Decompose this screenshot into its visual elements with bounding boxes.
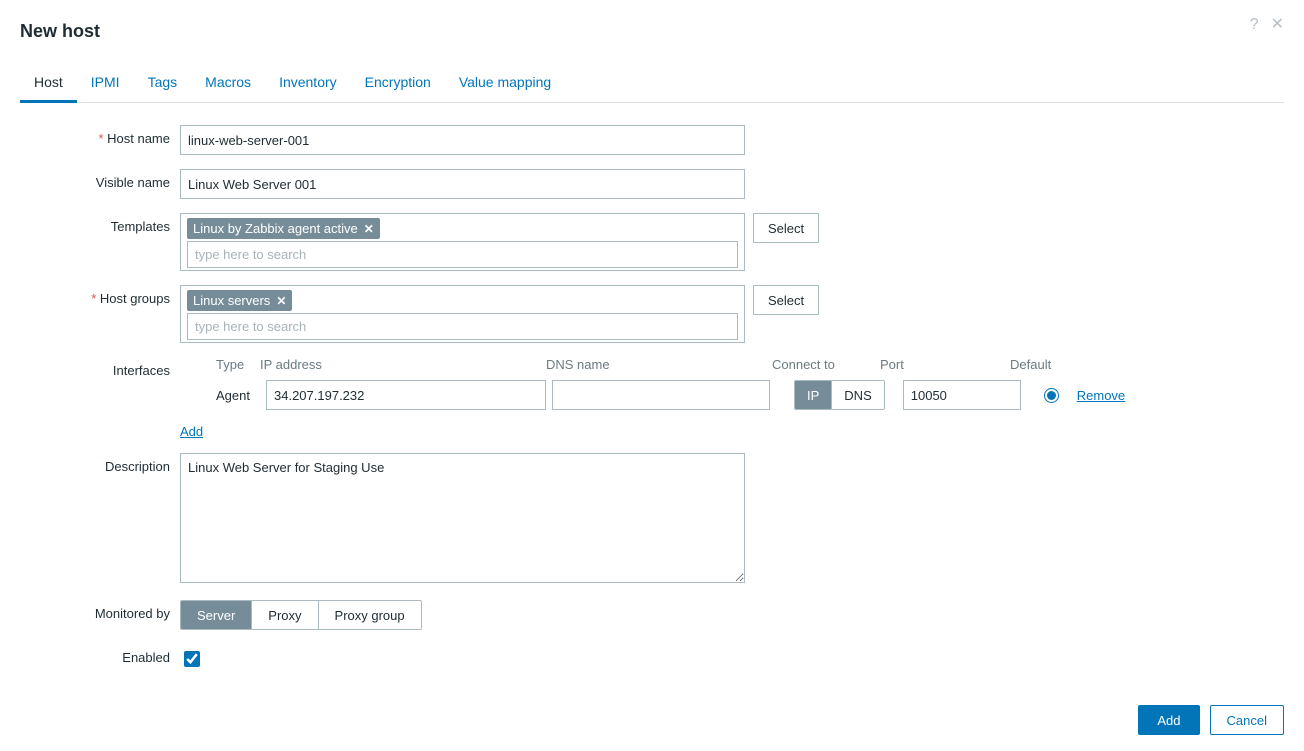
host-groups-box[interactable]: Linux servers ✕ — [180, 285, 745, 343]
label-host-name: Host name — [20, 125, 180, 146]
templates-search-input[interactable] — [187, 241, 738, 268]
close-icon[interactable]: ✕ — [1271, 17, 1284, 33]
window-controls: ? ✕ — [1250, 17, 1284, 33]
help-icon[interactable]: ? — [1250, 17, 1259, 33]
host-group-chip-label: Linux servers — [193, 293, 270, 308]
host-groups-select-button[interactable]: Select — [753, 285, 819, 315]
iface-connect-ip[interactable]: IP — [795, 381, 832, 409]
tab-macros[interactable]: Macros — [191, 66, 265, 103]
monitored-by-proxy[interactable]: Proxy — [252, 601, 318, 629]
iface-header-default: Default — [1010, 357, 1070, 372]
iface-connect-dns[interactable]: DNS — [832, 381, 883, 409]
host-group-chip: Linux servers ✕ — [187, 290, 292, 311]
monitored-by-proxy-group[interactable]: Proxy group — [319, 601, 421, 629]
label-templates: Templates — [20, 213, 180, 234]
iface-default-radio[interactable] — [1044, 388, 1059, 403]
interface-row: Agent IP DNS Remove — [180, 380, 1284, 410]
form-area: Host name Visible name Templates Linux b… — [20, 103, 1284, 670]
label-enabled: Enabled — [20, 644, 180, 665]
enabled-checkbox[interactable] — [184, 651, 200, 667]
templates-select-button[interactable]: Select — [753, 213, 819, 243]
tab-host[interactable]: Host — [20, 66, 77, 103]
monitored-by-toggle: Server Proxy Proxy group — [180, 600, 422, 630]
tab-value-mapping[interactable]: Value mapping — [445, 66, 565, 103]
tab-ipmi[interactable]: IPMI — [77, 66, 134, 103]
monitored-by-server[interactable]: Server — [181, 601, 252, 629]
iface-header-dns: DNS name — [546, 357, 772, 372]
host-group-chip-remove-icon[interactable]: ✕ — [276, 295, 286, 307]
tab-bar: Host IPMI Tags Macros Inventory Encrypti… — [20, 66, 1284, 103]
iface-header-ip: IP address — [260, 357, 546, 372]
iface-connect-toggle: IP DNS — [794, 380, 885, 410]
description-textarea[interactable]: Linux Web Server for Staging Use — [180, 453, 745, 583]
template-chip-remove-icon[interactable]: ✕ — [364, 223, 374, 235]
host-groups-search-input[interactable] — [187, 313, 738, 340]
tab-tags[interactable]: Tags — [134, 66, 192, 103]
iface-port-input[interactable] — [903, 380, 1021, 410]
iface-header-connect: Connect to — [772, 357, 880, 372]
label-monitored-by: Monitored by — [20, 600, 180, 621]
template-chip-label: Linux by Zabbix agent active — [193, 221, 358, 236]
add-interface-link[interactable]: Add — [180, 424, 203, 439]
cancel-button[interactable]: Cancel — [1210, 705, 1284, 735]
label-interfaces: Interfaces — [20, 357, 180, 378]
iface-ip-input[interactable] — [266, 380, 546, 410]
tab-encryption[interactable]: Encryption — [351, 66, 445, 103]
dialog-title: New host — [20, 21, 1284, 42]
iface-remove-link[interactable]: Remove — [1077, 388, 1125, 403]
label-host-groups: Host groups — [20, 285, 180, 306]
add-button[interactable]: Add — [1138, 705, 1199, 735]
label-description: Description — [20, 453, 180, 474]
dialog-footer: Add Cancel — [1138, 705, 1284, 735]
tab-inventory[interactable]: Inventory — [265, 66, 351, 103]
iface-header-type: Type — [216, 357, 260, 372]
iface-header-port: Port — [880, 357, 1010, 372]
new-host-dialog: ? ✕ New host Host IPMI Tags Macros Inven… — [0, 0, 1304, 751]
visible-name-input[interactable] — [180, 169, 745, 199]
templates-box[interactable]: Linux by Zabbix agent active ✕ — [180, 213, 745, 271]
iface-dns-input[interactable] — [552, 380, 770, 410]
interfaces-header: Type IP address DNS name Connect to Port… — [180, 357, 1284, 372]
template-chip: Linux by Zabbix agent active ✕ — [187, 218, 380, 239]
iface-type: Agent — [216, 388, 260, 403]
label-visible-name: Visible name — [20, 169, 180, 190]
host-name-input[interactable] — [180, 125, 745, 155]
